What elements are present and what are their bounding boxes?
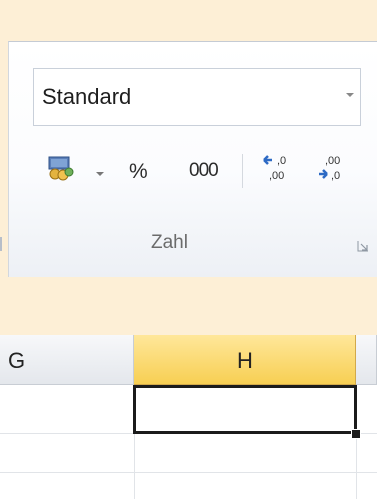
column-header-label: H [237,348,253,373]
decrease-decimal-button[interactable]: ,00 ,0 [309,144,357,188]
column-header-label: G [8,348,26,373]
grid-row [0,473,377,499]
percent-style-label: % [129,160,148,183]
thousands-separator-button[interactable]: 000 [177,144,229,188]
column-header-g[interactable]: G [0,335,134,385]
dialog-launcher-icon[interactable] [357,240,369,252]
fill-handle[interactable] [351,429,361,439]
ribbon-separator [242,154,243,188]
chevron-down-icon[interactable] [346,93,354,97]
thousands-separator-label: 000 [189,160,219,181]
active-cell[interactable] [133,385,357,434]
grid-row [0,434,377,473]
svg-text:,0: ,0 [277,155,286,167]
decrease-decimal-icon: ,00 ,0 [319,155,340,182]
svg-text:,0: ,0 [331,170,340,182]
ribbon-number-group: Standard % 000 ,0 ,00 ,00 ,0 Zahl [8,41,377,277]
svg-text:,00: ,00 [325,155,340,167]
number-format-value: Standard [42,84,132,109]
column-header-h[interactable]: H [134,335,356,385]
increase-decimal-icon: ,0 ,00 [263,155,286,182]
number-format-dropdown[interactable]: Standard [33,68,361,126]
chevron-down-icon[interactable] [96,172,104,176]
column-header-next[interactable] [356,335,377,385]
number-group-label: Zahl [151,232,188,253]
worksheet-grid: G H [0,335,377,499]
currency-format-button[interactable] [41,144,107,188]
currency-format-icon [48,156,74,181]
ribbon-left-edge [0,237,2,251]
svg-text:,00: ,00 [269,170,284,182]
formula-area-gap [0,277,377,324]
number-format-buttons: % 000 ,0 ,00 ,00 ,0 [9,144,377,192]
percent-style-button[interactable]: % [121,144,161,188]
increase-decimal-button[interactable]: ,0 ,00 [255,144,299,188]
